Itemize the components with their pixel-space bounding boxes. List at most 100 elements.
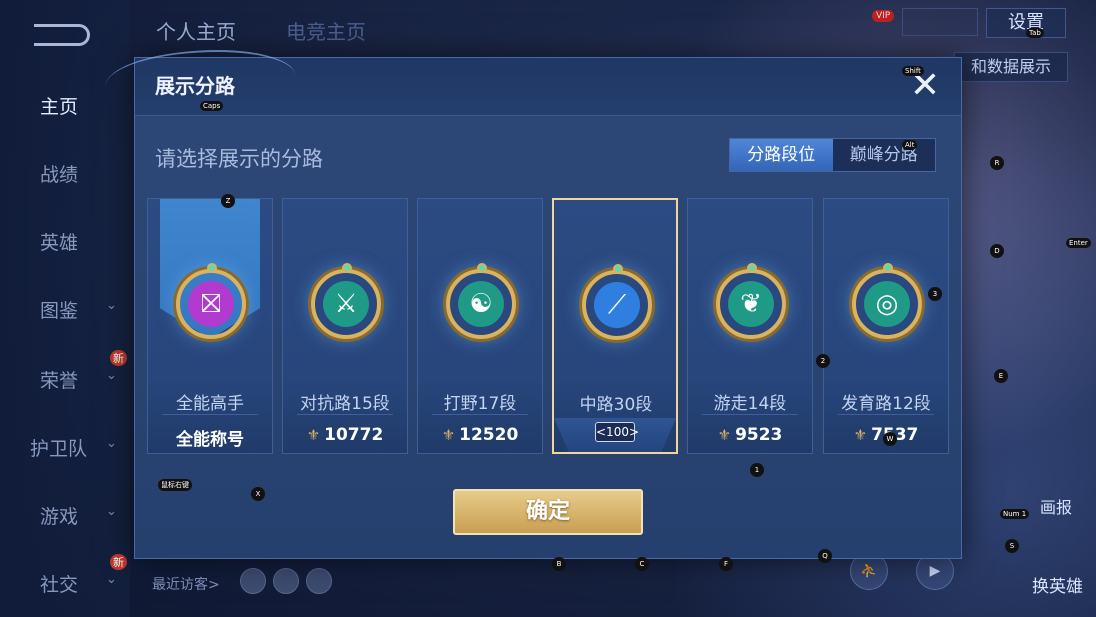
- toggle-peak-lane[interactable]: 巅峰分路: [833, 139, 936, 171]
- lane-score: ⚜ 9523: [688, 425, 812, 445]
- sidebar-item-label: 战绩: [40, 164, 79, 186]
- key-hint-mouse: 鼠标右键: [158, 479, 192, 491]
- lane-emblem-icon: ◎: [852, 263, 922, 339]
- lane-glyph-icon: ⚔: [323, 281, 369, 327]
- key-hint-one: 1: [750, 463, 764, 477]
- vip-badge[interactable]: VIP: [872, 10, 895, 22]
- vip-info-panel[interactable]: [902, 8, 978, 36]
- lane-label: 全能高手: [176, 394, 244, 414]
- key-hint-shift: Shift: [902, 66, 924, 76]
- lane-score: ⚜ 12520: [418, 425, 542, 445]
- lane-card[interactable]: ⟋ 中路30段 <100>: [552, 198, 678, 454]
- lane-score-value: 12520: [459, 425, 519, 445]
- card-divider: [432, 414, 528, 415]
- key-hint-q: Q: [818, 549, 832, 563]
- dialog-title: 展示分路: [155, 74, 235, 98]
- sidebar-item-label: 护卫队: [30, 438, 88, 460]
- dialog-subtitle: 请选择展示的分路: [155, 147, 323, 171]
- avatar[interactable]: [306, 568, 332, 594]
- chevron-down-icon: ⌄: [106, 504, 117, 519]
- sidebar-item-label: 图鉴: [40, 300, 79, 322]
- card-divider: [838, 414, 934, 415]
- key-hint-r: R: [990, 156, 1004, 170]
- lane-emblem-icon: ⚔: [311, 263, 381, 339]
- lane-emblem-icon: ⟋: [582, 264, 652, 340]
- key-hint-w: W: [883, 432, 897, 446]
- tab-personal-home[interactable]: 个人主页: [156, 16, 236, 45]
- power-icon: ⚜: [306, 426, 321, 444]
- lane-emblem-icon: ⛝: [176, 263, 246, 339]
- chevron-down-icon: ⌄: [106, 572, 117, 587]
- lane-label: 发育路12段: [841, 394, 931, 414]
- key-hint-tab: Tab: [1026, 28, 1044, 38]
- power-icon: ⚜: [717, 426, 732, 444]
- lane-score-value: 全能称号: [176, 430, 244, 450]
- lane-card[interactable]: ☯ 打野17段 ⚜ 12520: [417, 198, 543, 454]
- dialog-header: 展示分路 ✕: [105, 50, 961, 116]
- lane-card[interactable]: ❦ 游走14段 ⚜ 9523: [687, 198, 813, 454]
- lane-emblem-icon: ☯: [446, 263, 516, 339]
- lane-glyph-icon: ❦: [728, 281, 774, 327]
- lane-glyph-icon: ☯: [458, 281, 504, 327]
- chevron-down-icon: ⌄: [106, 298, 117, 313]
- key-hint-z: Z: [221, 194, 235, 208]
- new-badge: 新: [110, 554, 127, 570]
- emblem-gem: [477, 263, 487, 273]
- sidebar-item-label: 社交: [40, 574, 79, 596]
- lane-card[interactable]: ⛝ 全能高手全能称号: [147, 198, 273, 454]
- confirm-button[interactable]: 确定: [453, 489, 643, 535]
- key-hint-c: C: [635, 557, 649, 571]
- lane-score-value: 9523: [735, 425, 783, 445]
- emblem-gem: [883, 263, 893, 273]
- top-tabs: 个人主页 电竞主页: [156, 16, 366, 45]
- key-hint-alt: Alt: [902, 140, 918, 150]
- lane-glyph-icon: ◎: [864, 281, 910, 327]
- sidebar-item-label: 英雄: [40, 232, 79, 254]
- sidebar-item-label: 主页: [40, 96, 79, 118]
- recent-visitors-link[interactable]: 最近访客>: [152, 574, 220, 594]
- emblem-gem: [747, 263, 757, 273]
- key-hint-b: B: [552, 557, 566, 571]
- key-hint-three: 3: [928, 287, 942, 301]
- lane-label: 对抗路15段: [300, 394, 390, 414]
- key-hint-s: S: [1005, 539, 1019, 553]
- chevron-down-icon: ⌄: [106, 368, 117, 383]
- lane-label: 打野17段: [443, 394, 517, 414]
- rank-number: <100>: [595, 422, 639, 442]
- card-divider: [162, 414, 258, 415]
- emblem-gem: [207, 263, 217, 273]
- lane-card[interactable]: ⚔ 对抗路15段 ⚜ 10772: [282, 198, 408, 454]
- lane-score: ⚜ 10772: [283, 425, 407, 445]
- report-label[interactable]: 画报: [1040, 494, 1072, 518]
- chevron-down-icon: ⌄: [106, 436, 117, 451]
- key-hint-caps: Caps: [200, 101, 224, 111]
- sidebar-item-label: 游戏: [40, 506, 79, 528]
- key-hint-two: 2: [816, 354, 830, 368]
- key-hint-d: D: [990, 244, 1004, 258]
- display-lane-dialog: 展示分路 ✕ 请选择展示的分路 分路段位 巅峰分路 ⛝ 全能高手全能称号 ⚔ 对抗路1…: [105, 50, 962, 559]
- key-hint-x: X: [251, 487, 265, 501]
- lane-score: 全能称号: [148, 425, 272, 450]
- lane-label: 游走14段: [713, 394, 787, 414]
- key-hint-enter: Enter: [1066, 238, 1091, 248]
- power-icon: ⚜: [853, 426, 868, 444]
- toggle-lane-rank[interactable]: 分路段位: [730, 139, 833, 171]
- lane-glyph-icon: ⟋: [594, 282, 640, 328]
- key-hint-num1: Num 1: [1000, 509, 1030, 519]
- lane-label: 中路30段: [579, 395, 653, 415]
- emblem-gem: [342, 263, 352, 273]
- back-logo-icon[interactable]: [34, 24, 90, 46]
- tab-esports-home[interactable]: 电竞主页: [286, 16, 366, 45]
- key-hint-e: E: [994, 369, 1008, 383]
- emblem-gem: [613, 264, 623, 274]
- lane-card[interactable]: ◎发育路12段⚜7537: [823, 198, 949, 454]
- data-display-button[interactable]: 和数据展示: [954, 52, 1068, 82]
- new-badge: 新: [110, 350, 127, 366]
- avatar[interactable]: [240, 568, 266, 594]
- card-divider: [702, 414, 798, 415]
- power-icon: ⚜: [441, 426, 456, 444]
- change-hero-button[interactable]: 换英雄: [1032, 572, 1083, 597]
- lane-emblem-icon: ❦: [716, 263, 786, 339]
- avatar[interactable]: [273, 568, 299, 594]
- lane-score-value: 10772: [324, 425, 384, 445]
